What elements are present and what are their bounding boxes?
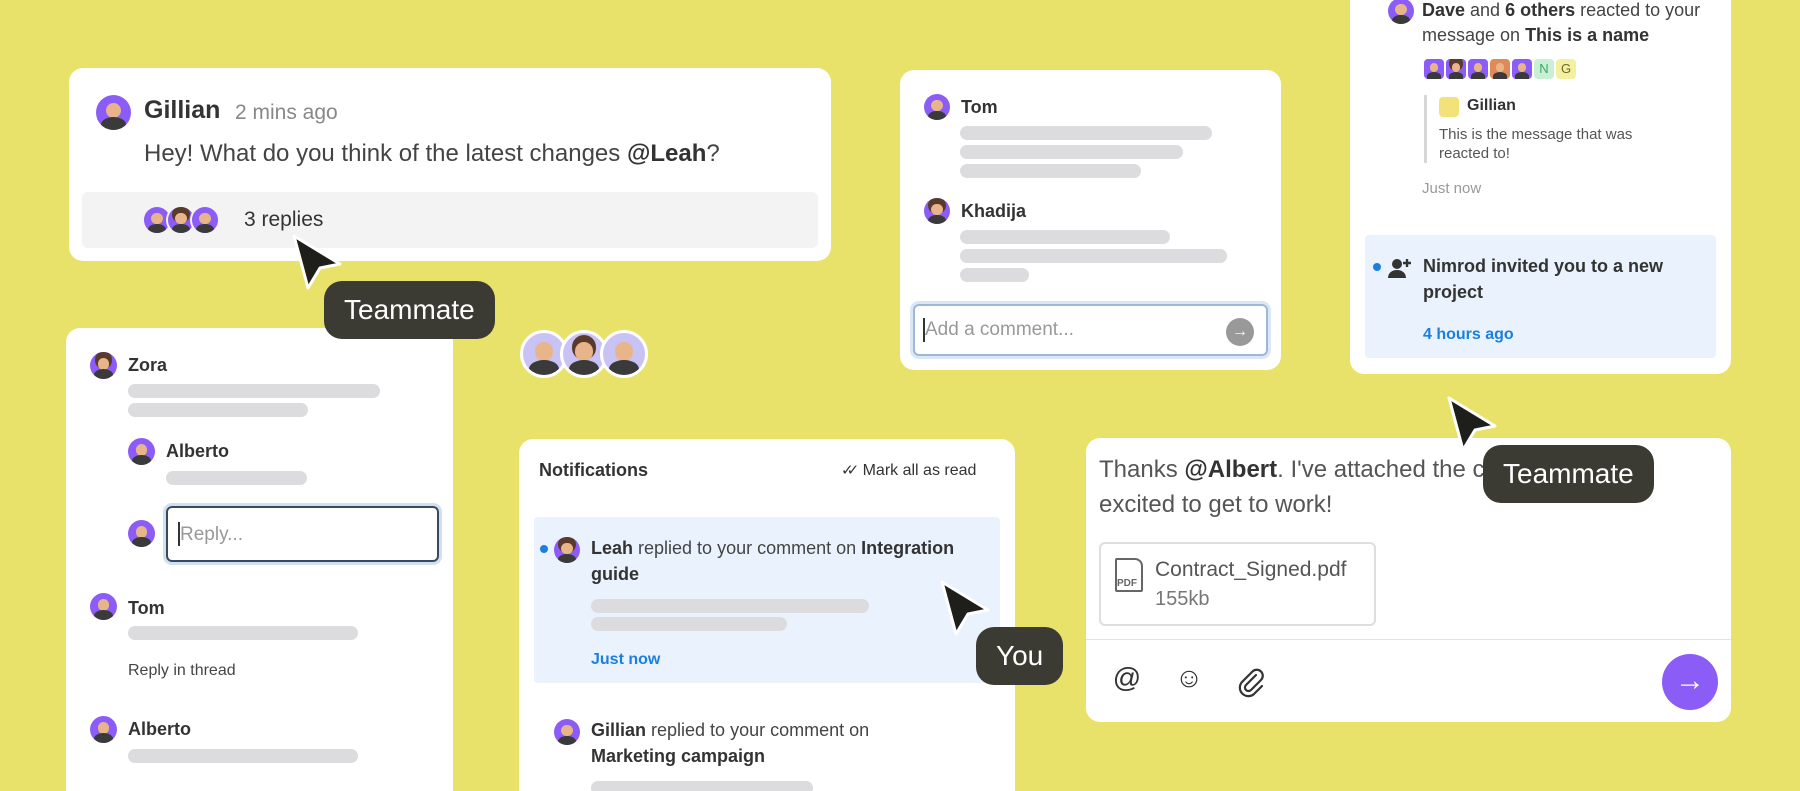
avatar[interactable]: [1388, 0, 1414, 24]
replies-avatar-stack: [142, 205, 220, 235]
file-attachment[interactable]: PDF Contract_Signed.pdf 155kb: [1099, 542, 1376, 626]
comment-input-placeholder: Add a comment...: [925, 319, 1074, 340]
invite-time: 4 hours ago: [1423, 326, 1514, 343]
thread-author: Tom: [128, 598, 165, 618]
thread-author: Alberto: [128, 719, 191, 739]
replies-count: 3 replies: [244, 208, 324, 231]
text-placeholder: [128, 403, 308, 417]
avatar: [1468, 59, 1488, 79]
reply-input[interactable]: Reply...: [166, 506, 439, 562]
thread-author: Zora: [128, 355, 168, 375]
invite-notification[interactable]: Nimrod invited you to a new project 4 ho…: [1365, 235, 1716, 358]
notifications-title: Notifications: [539, 460, 649, 480]
avatar[interactable]: [90, 593, 117, 620]
text-placeholder: [960, 145, 1183, 159]
avatar[interactable]: [924, 94, 950, 120]
avatar: [554, 537, 580, 563]
text-placeholder: [128, 749, 358, 763]
avatar-initial: N: [1534, 59, 1554, 79]
text-placeholder: [960, 126, 1212, 140]
collaborator-avatars[interactable]: [520, 330, 648, 378]
notification-text: Leah replied to your comment on Integrat…: [591, 538, 955, 584]
text-placeholder: [128, 384, 380, 398]
comment-time: 2 mins ago: [235, 101, 338, 124]
comment-author: Gillian: [144, 96, 221, 124]
avatar: [554, 719, 580, 745]
mark-all-read-button[interactable]: ✓✓ Mark all as read: [841, 461, 976, 480]
reaction-time: Just now: [1422, 180, 1482, 197]
notification-time: Just now: [591, 651, 661, 668]
unread-dot: [1373, 263, 1381, 271]
text-placeholder: [960, 268, 1029, 282]
text-placeholder: [960, 230, 1170, 244]
send-button[interactable]: →: [1662, 654, 1718, 710]
avatar: [1490, 59, 1510, 79]
activity-card: Dave and 6 others reacted to your messag…: [1350, 0, 1731, 374]
person-add-icon: [1388, 259, 1411, 278]
unread-dot: [540, 545, 548, 553]
cursor-label: Teammate: [324, 281, 495, 339]
text-placeholder: [591, 781, 813, 791]
avatar: [1446, 59, 1466, 79]
avatar: [190, 205, 220, 235]
avatar[interactable]: [90, 352, 117, 379]
comment-input[interactable]: Add a comment... →: [913, 304, 1268, 356]
file-size: 155kb: [1155, 588, 1210, 610]
avatar[interactable]: [128, 438, 155, 465]
notification-item[interactable]: Leah replied to your comment on Integrat…: [534, 517, 1000, 683]
notification-text[interactable]: Gillian replied to your comment on Marke…: [591, 717, 891, 769]
text-placeholder: [128, 626, 358, 640]
invite-text: Nimrod invited you to a new project: [1423, 256, 1664, 302]
reaction-notification[interactable]: Dave and 6 others reacted to your messag…: [1422, 0, 1722, 48]
mention[interactable]: @Leah: [627, 140, 706, 167]
text-placeholder: [960, 249, 1227, 263]
avatar[interactable]: [96, 95, 131, 130]
divider: [1086, 639, 1731, 640]
text-placeholder: [960, 164, 1141, 178]
thread-author: Alberto: [166, 441, 229, 461]
avatar: [1424, 59, 1444, 79]
comment-card: Gillian 2 mins ago Hey! What do you thin…: [69, 68, 831, 261]
comments-card: Tom Khadija Add a comment... →: [900, 70, 1281, 370]
emoji-icon[interactable]: ☺: [1172, 662, 1206, 694]
file-name: Contract_Signed.pdf: [1155, 558, 1347, 581]
avatar: [128, 520, 155, 547]
quote-author: Gillian: [1467, 97, 1516, 114]
avatar: [1439, 97, 1459, 117]
paperclip-icon[interactable]: [1234, 666, 1268, 698]
text-placeholder: [591, 599, 869, 613]
mention-icon[interactable]: @: [1110, 662, 1144, 694]
avatar-initial: G: [1556, 59, 1576, 79]
quote-text: This is the message that was reacted to!: [1439, 126, 1633, 162]
text-placeholder: [591, 617, 787, 631]
cursor-label: You: [976, 627, 1064, 685]
avatar[interactable]: [924, 198, 950, 224]
avatar: [600, 330, 648, 378]
comment-author: Tom: [961, 97, 998, 117]
cursor-label: Teammate: [1483, 445, 1654, 503]
reaction-avatars: N G: [1424, 59, 1578, 79]
comment-author: Khadija: [961, 201, 1027, 221]
text-placeholder: [166, 471, 307, 485]
avatar: [1512, 59, 1532, 79]
reply-in-thread-link[interactable]: Reply in thread: [128, 662, 236, 680]
comment-message: Hey! What do you think of the latest cha…: [144, 140, 720, 167]
send-icon[interactable]: →: [1226, 318, 1254, 346]
avatar[interactable]: [90, 716, 117, 743]
thread-card: Zora Alberto Reply... Tom Reply in threa…: [66, 328, 453, 791]
replies-button[interactable]: 3 replies: [82, 192, 818, 248]
quoted-message: Gillian This is the message that was rea…: [1424, 95, 1684, 163]
file-type-label: PDF: [1117, 578, 1137, 589]
double-check-icon: ✓✓: [841, 462, 859, 479]
reply-input-placeholder: Reply...: [180, 524, 244, 545]
mention[interactable]: @Albert: [1184, 456, 1277, 483]
